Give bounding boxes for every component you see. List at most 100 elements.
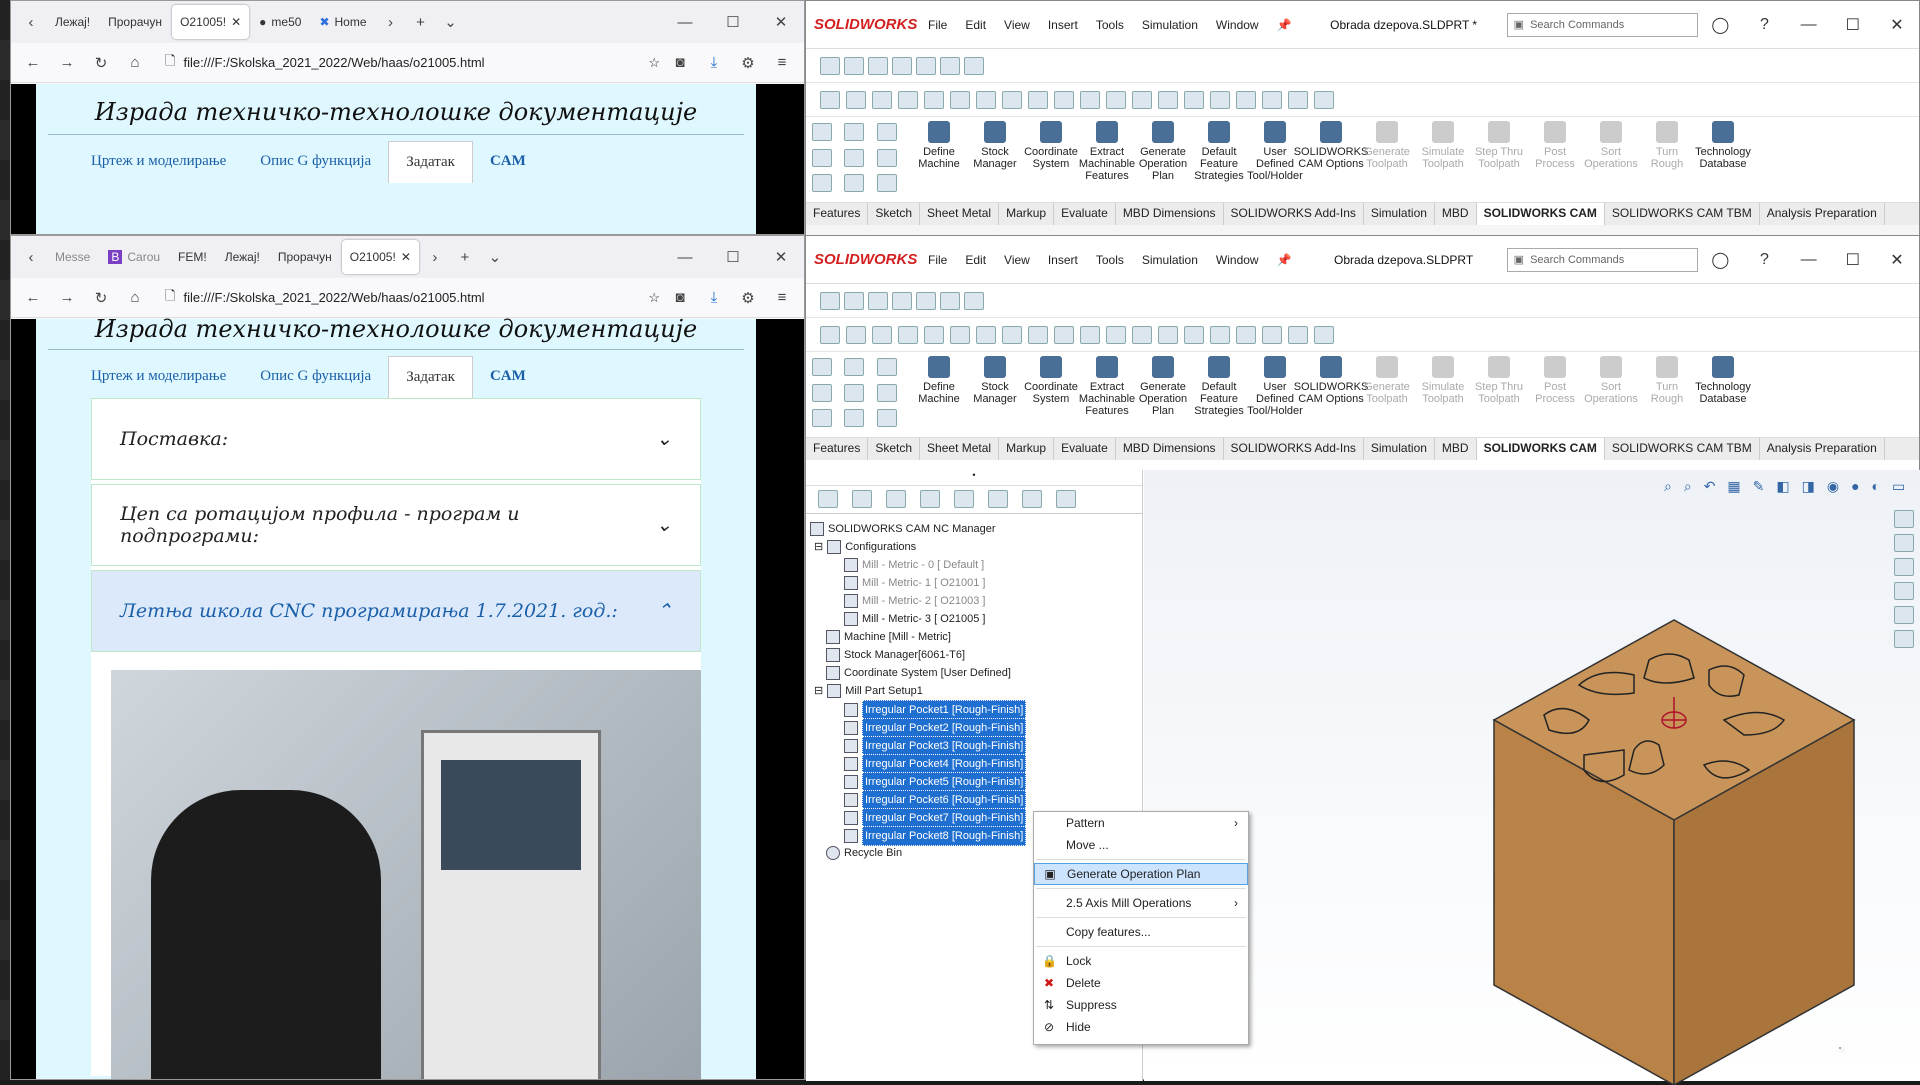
pocket-icon[interactable]: ◙ xyxy=(666,49,694,77)
ribbon-button[interactable]: Technology Database xyxy=(1695,352,1751,437)
bookmark-star-icon[interactable]: ☆ xyxy=(648,55,660,71)
maximize-icon[interactable]: ☐ xyxy=(1831,250,1875,270)
cam-feature-tab-icon[interactable] xyxy=(988,490,1008,508)
close-window-icon[interactable]: ✕ xyxy=(758,8,804,36)
cm-tab[interactable]: MBD Dimensions xyxy=(1116,438,1224,460)
cam-tool-icon[interactable] xyxy=(1106,325,1126,344)
view-orientation-icon[interactable]: ◧ xyxy=(1776,478,1789,495)
dimxpert-tab-icon[interactable] xyxy=(920,490,940,508)
cm-tab[interactable]: SOLIDWORKS Add-Ins xyxy=(1224,438,1364,460)
reload-icon[interactable]: ↻ xyxy=(87,49,115,77)
cm-tab[interactable]: Markup xyxy=(999,203,1055,225)
menu-tools[interactable]: Tools xyxy=(1087,253,1133,267)
cm-tab[interactable]: Markup xyxy=(999,438,1055,460)
cm-tab[interactable]: SOLIDWORKS CAM TBM xyxy=(1605,203,1760,225)
tree-stock-manager[interactable]: Stock Manager[6061-T6] xyxy=(826,646,965,664)
pin-icon[interactable]: 📌 xyxy=(1268,18,1301,32)
browser-tab[interactable]: Прорачун xyxy=(270,240,340,274)
cam-tool-icon[interactable] xyxy=(1158,325,1178,344)
view-palette-icon[interactable] xyxy=(1894,582,1914,600)
ribbon-button[interactable]: Default Feature Strategies xyxy=(1191,352,1247,437)
close-window-icon[interactable]: ✕ xyxy=(1875,15,1919,35)
ribbon-button[interactable]: Generate Operation Plan xyxy=(1135,352,1191,437)
nav-link-gcodes[interactable]: Опис G функција xyxy=(243,141,388,183)
cm-tab[interactable]: SOLIDWORKS CAM TBM xyxy=(1605,438,1760,460)
new-icon[interactable] xyxy=(812,148,832,167)
collapse-icon[interactable]: ⊟ xyxy=(814,538,823,556)
cm-tab[interactable]: MBD Dimensions xyxy=(1116,203,1224,225)
menu-simulation[interactable]: Simulation xyxy=(1133,18,1207,32)
cam-tool-icon[interactable] xyxy=(924,325,944,344)
tree-pocket-item[interactable]: Irregular Pocket6 [Rough-Finish] xyxy=(844,790,1027,810)
cam-tool-icon[interactable] xyxy=(846,325,866,344)
cam-tool-icon[interactable] xyxy=(1262,325,1282,344)
traffic-light-icon[interactable] xyxy=(844,148,865,167)
cam-tool-icon[interactable] xyxy=(1132,325,1152,344)
list-icon[interactable] xyxy=(876,409,897,428)
cam-tool-icon[interactable] xyxy=(872,325,892,344)
cam-tool-icon[interactable] xyxy=(1080,90,1100,109)
menu-simulation[interactable]: Simulation xyxy=(1133,253,1207,267)
home-icon[interactable] xyxy=(812,123,832,141)
appearance-icon[interactable]: ● xyxy=(1851,478,1859,495)
cam-tool-icon[interactable] xyxy=(976,90,996,109)
browser-tab[interactable]: Messe xyxy=(47,240,98,274)
menu-window[interactable]: Window xyxy=(1207,253,1268,267)
cam-tool-icon[interactable] xyxy=(1054,325,1074,344)
new-icon[interactable] xyxy=(844,291,864,310)
accordion-item[interactable]: Цеп са ротацијом профила - програм и под… xyxy=(91,484,701,566)
home-icon[interactable]: ⌂ xyxy=(121,49,149,77)
tree-root[interactable]: SOLIDWORKS CAM NC Manager xyxy=(810,520,995,538)
minimize-icon[interactable]: — xyxy=(662,243,708,271)
cam-tools-tab-icon[interactable] xyxy=(1056,490,1076,508)
gear-icon[interactable] xyxy=(844,409,865,428)
ribbon-button[interactable]: Extract Machinable Features xyxy=(1079,117,1135,202)
close-tab-icon[interactable]: ✕ xyxy=(401,250,411,264)
menu-edit[interactable]: Edit xyxy=(956,18,995,32)
config-tab-icon[interactable] xyxy=(886,490,906,508)
search-commands-input[interactable]: ▣ Search Commands xyxy=(1506,12,1699,37)
bookmark-star-icon[interactable]: ☆ xyxy=(648,290,660,306)
nav-link-cam[interactable]: CAM xyxy=(473,141,543,183)
tab-list-icon[interactable]: ⌄ xyxy=(481,243,509,271)
menu-insert[interactable]: Insert xyxy=(1039,253,1087,267)
cm-tab[interactable]: Evaluate xyxy=(1054,438,1116,460)
cam-tool-icon[interactable] xyxy=(846,90,866,109)
hide-show-icon[interactable]: ◉ xyxy=(1827,478,1839,495)
tree-pocket-item[interactable]: Irregular Pocket5 [Rough-Finish] xyxy=(844,772,1027,792)
nav-link-drawing[interactable]: Цртеж и моделирање xyxy=(74,141,243,183)
new-icon[interactable] xyxy=(844,56,864,75)
tree-configurations[interactable]: ⊟ Configurations xyxy=(814,538,916,556)
accordion-item-open[interactable]: Летња школа CNC програмирања 1.7.2021. г… xyxy=(91,570,701,652)
undo-icon[interactable] xyxy=(876,358,897,376)
browser-tab[interactable]: ✖ Home xyxy=(311,5,374,39)
zoom-fit-icon[interactable]: ⌕ xyxy=(1664,478,1672,495)
reload-icon[interactable]: ↻ xyxy=(87,284,115,312)
address-bar[interactable]: 🗋 file:///F:/Skolska_2021_2022/Web/haas/o… xyxy=(155,48,660,78)
cm-tab[interactable]: Analysis Preparation xyxy=(1760,203,1885,225)
cam-tool-icon[interactable] xyxy=(1288,90,1308,109)
cam-tool-icon[interactable] xyxy=(950,325,970,344)
panel-splitter[interactable]: • xyxy=(806,470,1142,486)
appearances-icon[interactable] xyxy=(1894,606,1914,624)
download-icon[interactable]: ⤓ xyxy=(700,284,728,312)
extensions-icon[interactable]: ⚙ xyxy=(734,49,762,77)
cm-tab[interactable]: Features xyxy=(806,203,869,225)
browser-tab-active[interactable]: O21005! ✕ xyxy=(172,5,250,39)
cm-tab[interactable]: SOLIDWORKS CAM xyxy=(1476,203,1605,225)
ribbon-button[interactable]: Extract Machinable Features xyxy=(1079,352,1135,437)
maximize-icon[interactable]: ☐ xyxy=(1831,15,1875,35)
menu-item-hide[interactable]: ⊘ Hide xyxy=(1034,1016,1248,1038)
cam-tool-icon[interactable] xyxy=(1314,325,1334,344)
ribbon-button[interactable]: Default Feature Strategies xyxy=(1191,117,1247,202)
display-tab-icon[interactable] xyxy=(954,490,974,508)
browser-tab-active[interactable]: O21005! ✕ xyxy=(341,240,419,274)
menu-icon[interactable]: ≡ xyxy=(768,284,796,312)
cam-tool-icon[interactable] xyxy=(1314,90,1334,109)
cam-tool-icon[interactable] xyxy=(1158,90,1178,109)
tree-coordinate-system[interactable]: Coordinate System [User Defined] xyxy=(826,664,1011,682)
cam-tool-icon[interactable] xyxy=(1028,325,1048,344)
address-bar[interactable]: 🗋 file:///F:/Skolska_2021_2022/Web/haas/o… xyxy=(155,283,660,313)
accordion-item[interactable]: Поставка: ⌄ xyxy=(91,398,701,480)
cam-tool-icon[interactable] xyxy=(1288,325,1308,344)
